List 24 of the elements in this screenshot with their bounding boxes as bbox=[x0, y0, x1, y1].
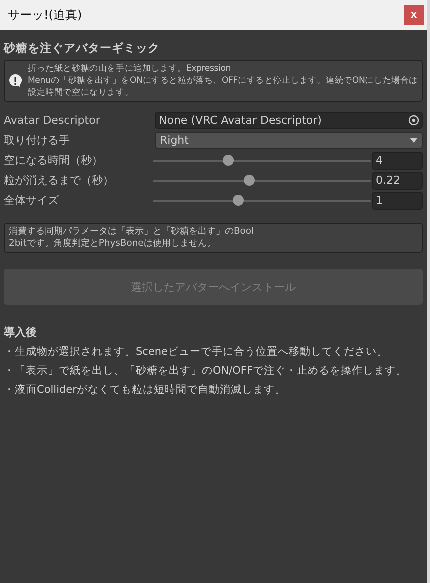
note-box: 消費する同期パラメータは「表示」と「砂糖を出す」のBool 2bitです。角度判定とPhysBoneは使用しません。 bbox=[4, 223, 423, 253]
instruction-text: ・「表示」で紙を出し、「砂糖を出す」のON/OFFで注ぐ・止めるを操作します。 bbox=[4, 364, 408, 378]
section-heading: 導入後 bbox=[4, 325, 38, 340]
number-field[interactable]: 4 bbox=[372, 152, 423, 170]
object-field[interactable]: None (VRC Avatar Descriptor) bbox=[155, 112, 423, 129]
field-label: 粒が消えるまで（秒） bbox=[4, 173, 115, 188]
target-icon bbox=[406, 113, 422, 128]
slider-thumb[interactable] bbox=[223, 155, 234, 166]
field-label: 全体サイズ bbox=[4, 193, 60, 208]
window-title: サーッ!(迫真) bbox=[8, 6, 82, 24]
slider-thumb[interactable] bbox=[233, 195, 244, 206]
instruction-text: ・生成物が選択されます。Sceneビューで手に合う位置へ移動してください。 bbox=[4, 345, 390, 359]
hand-dropdown[interactable]: Right bbox=[155, 132, 423, 149]
close-button[interactable]: x bbox=[404, 5, 424, 25]
field-label: 空になる時間（秒） bbox=[4, 153, 104, 168]
instruction-text: ・液面Colliderがなくても粒は短時間で自動消滅します。 bbox=[4, 383, 287, 397]
field-label: 取り付ける手 bbox=[4, 133, 71, 148]
field-label: Avatar Descriptor bbox=[4, 114, 102, 127]
number-field[interactable]: 0.22 bbox=[372, 172, 423, 190]
section-heading: 砂糖を注ぐアバターギミック bbox=[4, 41, 161, 56]
slider-thumb[interactable] bbox=[244, 175, 255, 186]
info-text: 折った紙と砂糖の山を手に追加します。Expression Menuの「砂糖を出す」をONにすると粒が落ち、OFFにすると停止します。連続でONにした場合は 設定時間で空になります。 bbox=[28, 63, 418, 99]
caret-icon bbox=[410, 138, 418, 143]
number-field[interactable]: 1 bbox=[372, 192, 423, 210]
